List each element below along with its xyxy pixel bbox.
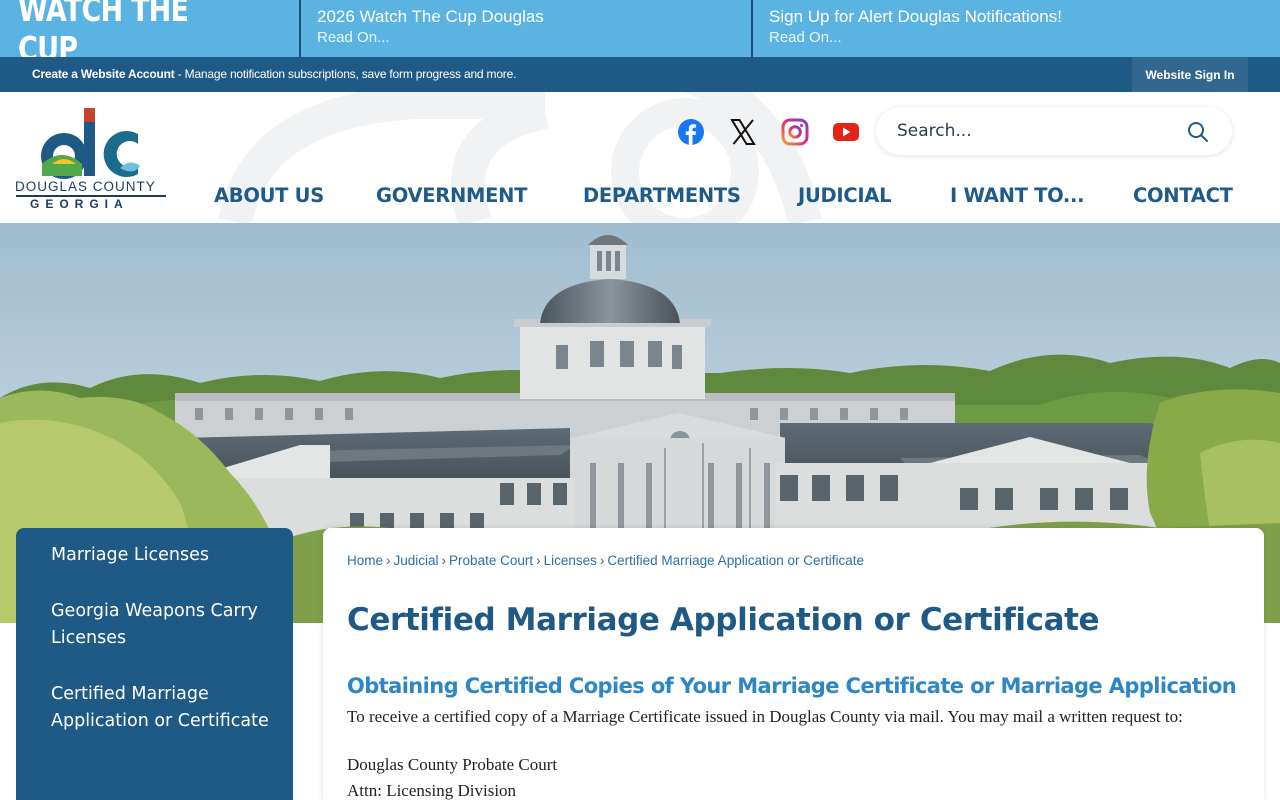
breadcrumb: Home › Judicial › Probate Court › Licenses › Cer… [347,553,864,568]
nav-departments[interactable]: DEPARTMENTS [583,184,741,207]
address-line: Attn: Licensing Division [347,781,517,800]
main-nav: ABOUT US GOVERNMENT DEPARTMENTS JUDICIAL… [0,184,1280,214]
sidebar-item-weapons-carry-licenses[interactable]: Georgia Weapons Carry Licenses [51,598,281,652]
banner-item-alert-douglas[interactable]: Sign Up for Alert Douglas Notifications!… [751,0,1280,57]
sidebar-item-certified-marriage[interactable]: Certified Marriage Application or Certif… [51,681,281,735]
create-account-link[interactable]: Create a Website Account [32,67,175,81]
banner-item-watch-the-cup[interactable]: 2026 Watch The Cup Douglas Read On... [299,0,752,57]
youtube-icon[interactable] [832,118,860,146]
x-icon[interactable] [729,118,757,146]
website-sign-in-button[interactable]: Website Sign In [1132,57,1248,92]
site-search[interactable] [876,107,1232,155]
sidebar-nav: Marriage Licenses Georgia Weapons Carry … [16,528,293,800]
account-bar-description: - Manage notification subscriptions, sav… [174,67,517,81]
account-bar-text: Create a Website Account - Manage notifi… [32,67,516,81]
facebook-icon[interactable] [677,118,705,146]
breadcrumb-separator: › [441,553,447,568]
nav-government[interactable]: GOVERNMENT [376,184,527,207]
breadcrumb-current[interactable]: Certified Marriage Application or Certif… [607,553,864,568]
breadcrumb-probate-court[interactable]: Probate Court [449,553,533,568]
account-bar: Create a Website Account - Manage notifi… [0,57,1280,92]
breadcrumb-separator: › [599,553,605,568]
intro-paragraph: To receive a certified copy of a Marriag… [347,707,1183,726]
banner-read-on-link[interactable]: Read On... [769,27,1280,49]
breadcrumb-home[interactable]: Home [347,553,383,568]
news-banner: WATCH THE CUP 2026 Watch The Cup Douglas… [0,0,1280,68]
search-input[interactable] [897,119,1177,143]
instagram-icon[interactable] [781,118,809,146]
section-heading: Obtaining Certified Copies of Your Marri… [347,674,1237,698]
banner-read-on-link[interactable]: Read On... [317,27,752,49]
banner-item-title[interactable]: Sign Up for Alert Douglas Notifications! [769,7,1280,27]
site-header: DOUGLAS COUNTY GEORGIA ABOUT US GOVER [0,92,1280,223]
nav-contact[interactable]: CONTACT [1133,184,1233,207]
content-card: Home › Judicial › Probate Court › Licenses › Cer… [323,528,1264,800]
banner-item-title[interactable]: 2026 Watch The Cup Douglas [317,7,752,27]
nav-judicial[interactable]: JUDICIAL [798,184,892,207]
breadcrumb-licenses[interactable]: Licenses [544,553,597,568]
watch-the-cup-brand[interactable]: WATCH THE CUP [0,0,246,68]
breadcrumb-separator: › [386,553,391,568]
nav-i-want-to[interactable]: I WANT TO... [950,184,1085,207]
sidebar-item-marriage-licenses[interactable]: Marriage Licenses [51,542,281,569]
breadcrumb-judicial[interactable]: Judicial [394,553,439,568]
dc-monogram-icon [41,108,140,179]
page-title: Certified Marriage Application or Certif… [347,602,1100,638]
breadcrumb-separator: › [536,553,541,568]
address-line: Douglas County Probate Court [347,755,558,774]
search-icon[interactable] [1187,121,1209,143]
nav-about-us[interactable]: ABOUT US [214,184,324,207]
